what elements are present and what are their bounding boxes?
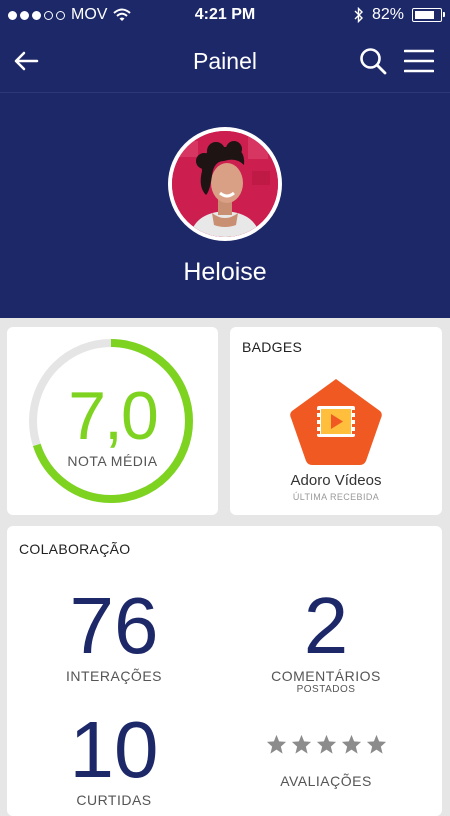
stat-ratings[interactable]: AVALIAÇÕES: [221, 734, 431, 789]
comments-count: 2: [303, 581, 349, 670]
badge-subtitle: ÚLTIMA RECEBIDA: [292, 492, 380, 502]
badges-card[interactable]: BADGES Adoro Vídeos ÚLTIMA RECEBIDA: [230, 327, 442, 515]
stat-comments[interactable]: 2 COMENTÁRIOS POSTADOS: [221, 581, 431, 696]
interactions-count: 76: [69, 581, 159, 670]
comments-label: COMENTÁRIOS: [271, 668, 381, 684]
score-value: 7,0: [68, 378, 159, 454]
search-button[interactable]: [353, 42, 393, 80]
header-divider: [0, 92, 450, 93]
likes-label: CURTIDAS: [76, 792, 152, 808]
profile-name: Heloise: [183, 258, 267, 286]
likes-count: 10: [69, 705, 159, 794]
comments-sublabel: POSTADOS: [296, 684, 356, 695]
dashboard-header: MOV 4:21 PM 82% Painel Heloise: [0, 0, 450, 318]
collaboration-card: COLABORAÇÃO 76 INTERAÇÕES 2 COMENTÁRIOS …: [7, 526, 442, 816]
score-label: NOTA MÉDIA: [67, 453, 158, 469]
star-icon: [291, 734, 311, 754]
status-bar: MOV 4:21 PM 82%: [0, 0, 450, 30]
stat-likes[interactable]: 10 CURTIDAS: [9, 705, 219, 809]
star-icon: [316, 734, 336, 754]
rating-stars: [221, 734, 431, 754]
badge-video-icon: [290, 379, 382, 465]
profile-avatar[interactable]: [168, 127, 282, 241]
search-icon: [360, 48, 387, 75]
battery-icon: [412, 8, 445, 22]
stat-interactions[interactable]: 76 INTERAÇÕES: [9, 581, 219, 685]
menu-button[interactable]: [399, 42, 439, 80]
score-card: 7,0 NOTA MÉDIA: [7, 327, 218, 515]
bluetooth-icon: [354, 7, 363, 23]
ratings-label: AVALIAÇÕES: [280, 773, 372, 789]
badge-name: Adoro Vídeos: [290, 472, 382, 489]
hamburger-menu-icon: [404, 49, 434, 73]
star-icon: [366, 734, 386, 754]
badges-title: BADGES: [242, 339, 303, 355]
battery-percent: 82%: [371, 6, 404, 23]
collaboration-title: COLABORAÇÃO: [19, 541, 131, 557]
star-icon: [266, 734, 286, 754]
star-icon: [341, 734, 361, 754]
interactions-label: INTERAÇÕES: [65, 668, 162, 684]
profile-photo: [172, 131, 278, 237]
nav-bar: Painel: [0, 30, 450, 92]
